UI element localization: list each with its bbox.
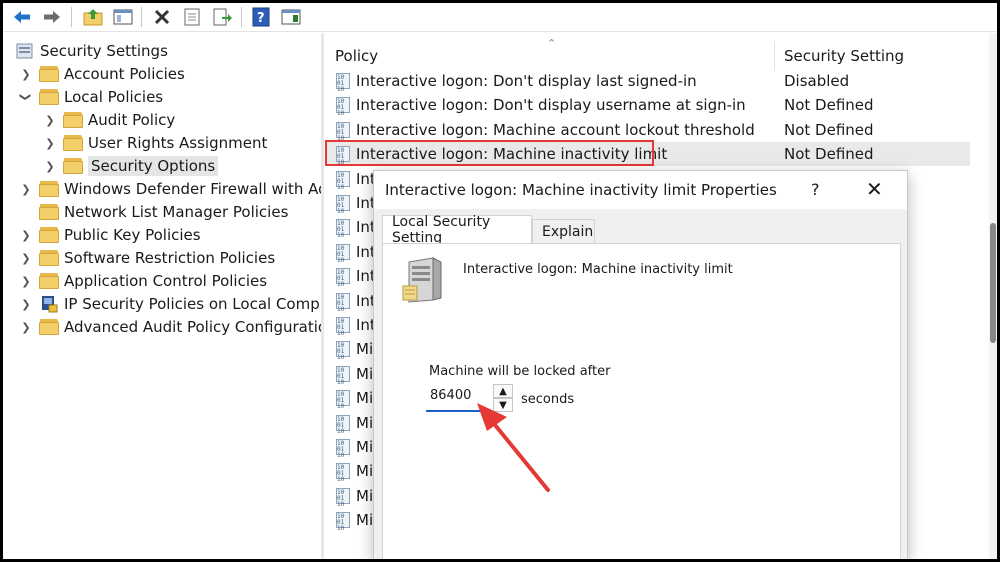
annotation-arrow bbox=[477, 403, 550, 492]
app-window: ? Security Settings ❯ Account Policies ❯… bbox=[0, 0, 1000, 562]
